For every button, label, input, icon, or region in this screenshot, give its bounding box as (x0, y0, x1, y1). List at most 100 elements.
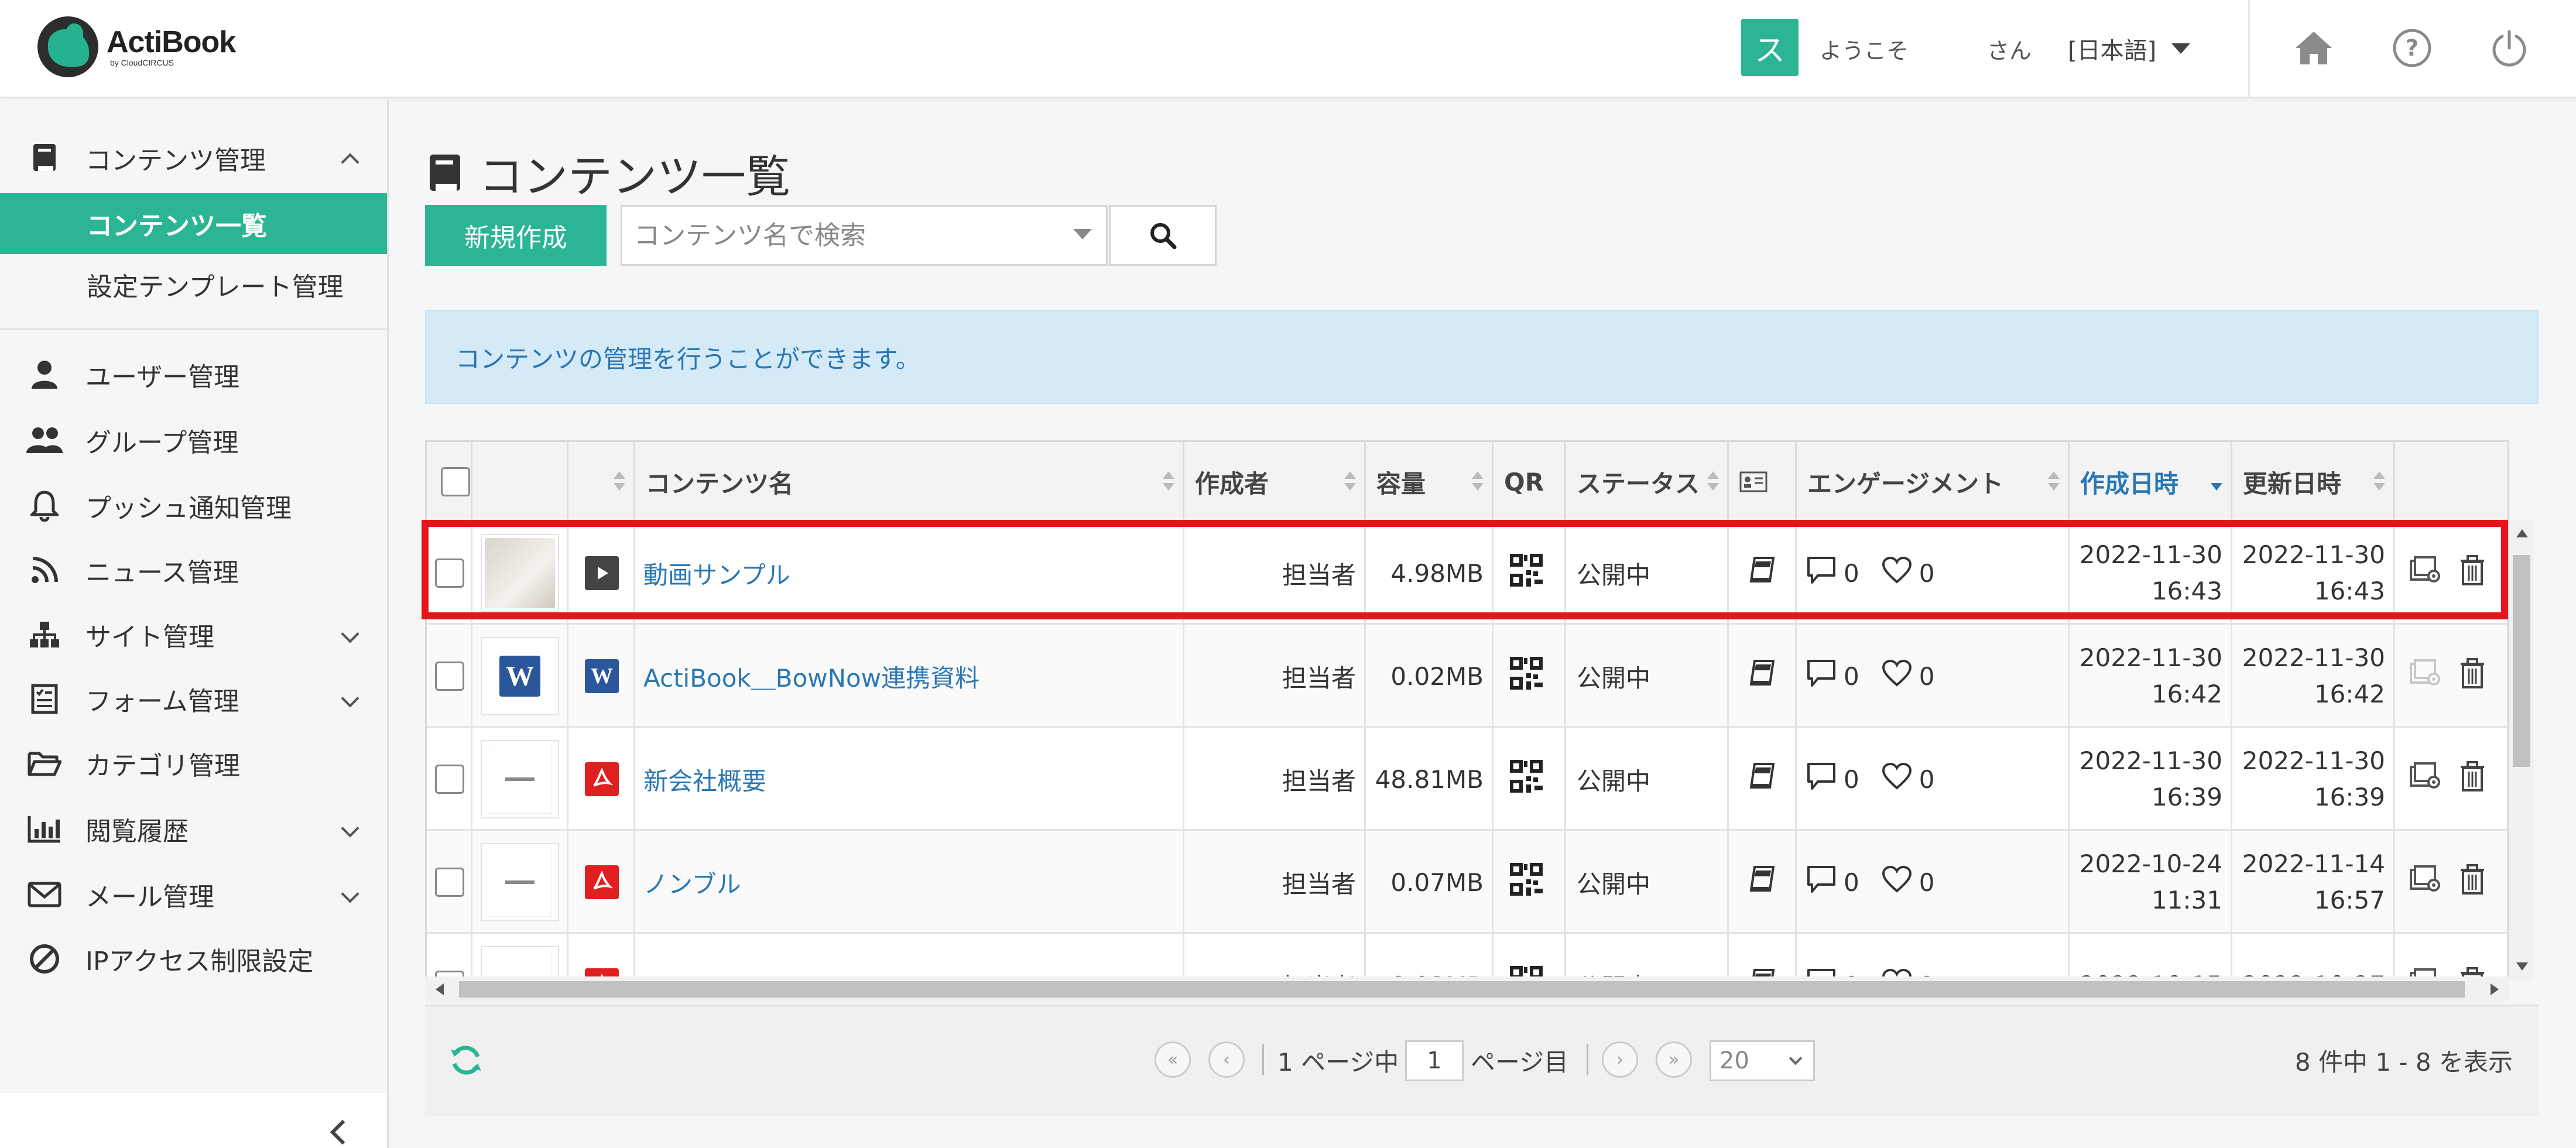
search-combobox[interactable] (621, 205, 1108, 266)
sidebar-item-push[interactable]: プッシュ通知管理 (0, 482, 387, 529)
sidebar-item-groups[interactable]: グループ管理 (0, 417, 387, 464)
scroll-down-icon[interactable] (2516, 962, 2528, 971)
size-text: 0.07MB (1390, 868, 1484, 897)
settings-edit-icon[interactable] (2409, 556, 2442, 590)
thumbnail-image[interactable] (481, 740, 559, 818)
content-name-link[interactable]: ActiBook＿BowNow連携資料 (635, 659, 979, 694)
name-cell: ノンブル (635, 831, 1184, 934)
trash-icon[interactable] (2459, 761, 2485, 797)
scroll-up-icon[interactable] (2516, 529, 2528, 537)
sort-icon (2048, 471, 2060, 492)
thumbnail-cell: W (472, 625, 568, 728)
sidebar-item-category[interactable]: カテゴリ管理 (0, 740, 387, 787)
content-name-link[interactable]: 新会社概要 (635, 762, 766, 797)
row-checkbox[interactable] (435, 868, 464, 897)
heart-icon (1882, 556, 1912, 590)
sidebar-item-mail[interactable]: メール管理 (0, 871, 387, 918)
help-icon[interactable]: ? (2390, 26, 2434, 70)
size-header[interactable]: 容量 (1366, 442, 1493, 522)
horizontal-scrollbar[interactable] (425, 976, 2509, 1002)
created-time: 16:43 (2151, 577, 2222, 605)
status-cell: 公開中 (1566, 625, 1729, 728)
sort-icon (1472, 471, 1484, 492)
qr-code-icon[interactable] (1509, 862, 1544, 903)
qr-code-icon[interactable] (1509, 553, 1544, 594)
next-page-button[interactable]: › (1602, 1041, 1638, 1078)
pdf-file-icon (585, 865, 619, 899)
pdf-file-icon (585, 762, 619, 796)
sidebar-item-users[interactable]: ユーザー管理 (0, 351, 387, 398)
sidebar-item-content[interactable]: コンテンツ管理 (0, 135, 387, 181)
table-row[interactable]: 動画サンプル 担当者 4.98MB 公開中 0 0 2022-11-30 16:43 2022-… (427, 522, 2508, 625)
row-checkbox[interactable] (435, 558, 464, 588)
horizontal-scroll-thumb[interactable] (459, 981, 2465, 998)
row-checkbox[interactable] (435, 765, 464, 794)
vertical-scrollbar[interactable] (2509, 520, 2534, 980)
sidebar-subitem-content-list[interactable]: コンテンツ一覧 (0, 193, 387, 254)
book-view-icon[interactable] (1748, 556, 1777, 591)
per-page-select[interactable]: 20 (1710, 1040, 1815, 1081)
trash-icon[interactable] (2459, 658, 2485, 694)
prev-page-button[interactable]: ‹ (1208, 1041, 1245, 1078)
content-name-link[interactable]: ノンブル (635, 865, 741, 900)
sidebar-item-site[interactable]: サイト管理 (0, 611, 387, 658)
user-avatar[interactable]: ス (1741, 19, 1799, 76)
refresh-icon[interactable] (448, 1043, 484, 1078)
book-view-icon[interactable] (1748, 865, 1777, 900)
thumbnail-image[interactable]: W (481, 637, 559, 715)
content-name-link[interactable]: 動画サンプル (635, 556, 790, 591)
last-page-button[interactable]: » (1656, 1041, 1692, 1078)
sidebar-item-history[interactable]: 閲覧履歴 (0, 806, 387, 852)
actions-cell (2395, 625, 2508, 728)
updated-header[interactable]: 更新日時 (2232, 442, 2395, 522)
type-header[interactable] (568, 442, 635, 522)
vertical-scroll-thumb[interactable] (2513, 555, 2530, 767)
sidebar: コンテンツ管理 コンテンツ一覧 設定テンプレート管理 ユーザー管理 グループ管理… (0, 100, 389, 1148)
book-view-icon[interactable] (1748, 762, 1777, 797)
caret-down-icon[interactable] (1073, 229, 1092, 239)
author-header[interactable]: 作成者 (1184, 442, 1366, 522)
book-view-icon[interactable] (1748, 659, 1777, 694)
trash-icon[interactable] (2459, 555, 2485, 591)
created-date: 2022-11-30 (2079, 746, 2222, 775)
settings-edit-icon[interactable] (2409, 865, 2442, 899)
size-text: 4.98MB (1390, 558, 1484, 588)
table-row[interactable]: 新会社概要 担当者 48.81MB 公開中 0 0 2022-11-30 16:39 2022-… (427, 728, 2508, 831)
view-cell (1729, 831, 1797, 934)
comment-icon (1806, 865, 1837, 900)
qr-code-icon[interactable] (1509, 759, 1544, 800)
thumbnail-image[interactable] (481, 534, 559, 612)
trash-icon[interactable] (2459, 864, 2485, 900)
table-row[interactable]: ノンブル 担当者 0.07MB 公開中 0 0 2022-10-24 11:31 2022-11… (427, 831, 2508, 934)
actibook-logo[interactable]: ActiBook by CloudCIRCUS (37, 16, 236, 77)
page-title: コンテンツ一覧 (426, 140, 790, 205)
power-icon[interactable] (2487, 26, 2532, 70)
table-row[interactable]: W W ActiBook＿BowNow連携資料 担当者 0.02MB 公開中 0 0 2022-… (427, 625, 2508, 728)
home-icon[interactable] (2291, 26, 2336, 70)
search-button[interactable] (1109, 205, 1217, 266)
name-header[interactable]: コンテンツ名 (635, 442, 1184, 522)
like-count: 0 (1919, 868, 1935, 897)
thumbnail-image[interactable] (481, 843, 559, 921)
select-all-checkbox[interactable] (441, 467, 470, 496)
welcome-text: ようこそ (1820, 38, 1909, 64)
scroll-right-icon[interactable] (2491, 983, 2499, 995)
settings-edit-icon[interactable] (2409, 762, 2442, 796)
status-header[interactable]: ステータス (1566, 442, 1729, 522)
search-input[interactable] (622, 209, 1056, 262)
settings-edit-icon[interactable] (2409, 659, 2442, 693)
first-page-button[interactable]: « (1155, 1041, 1191, 1078)
sidebar-item-news[interactable]: ニュース管理 (0, 547, 387, 594)
created-header[interactable]: 作成日時 (2070, 442, 2232, 522)
page-number-input[interactable] (1405, 1040, 1464, 1081)
sidebar-item-ip-restriction[interactable]: IPアクセス制限設定 (0, 935, 387, 982)
row-checkbox[interactable] (435, 662, 464, 691)
qr-code-icon[interactable] (1509, 656, 1544, 697)
scroll-left-icon[interactable] (436, 983, 444, 995)
new-content-button[interactable]: 新規作成 (425, 205, 607, 266)
search-icon (1150, 223, 1177, 249)
sidebar-subitem-template[interactable]: 設定テンプレート管理 (0, 254, 387, 315)
language-dropdown[interactable]: [日本語] (2068, 32, 2191, 66)
sidebar-item-form[interactable]: フォーム管理 (0, 676, 387, 722)
engagement-header[interactable]: エンゲージメント (1797, 442, 2070, 522)
